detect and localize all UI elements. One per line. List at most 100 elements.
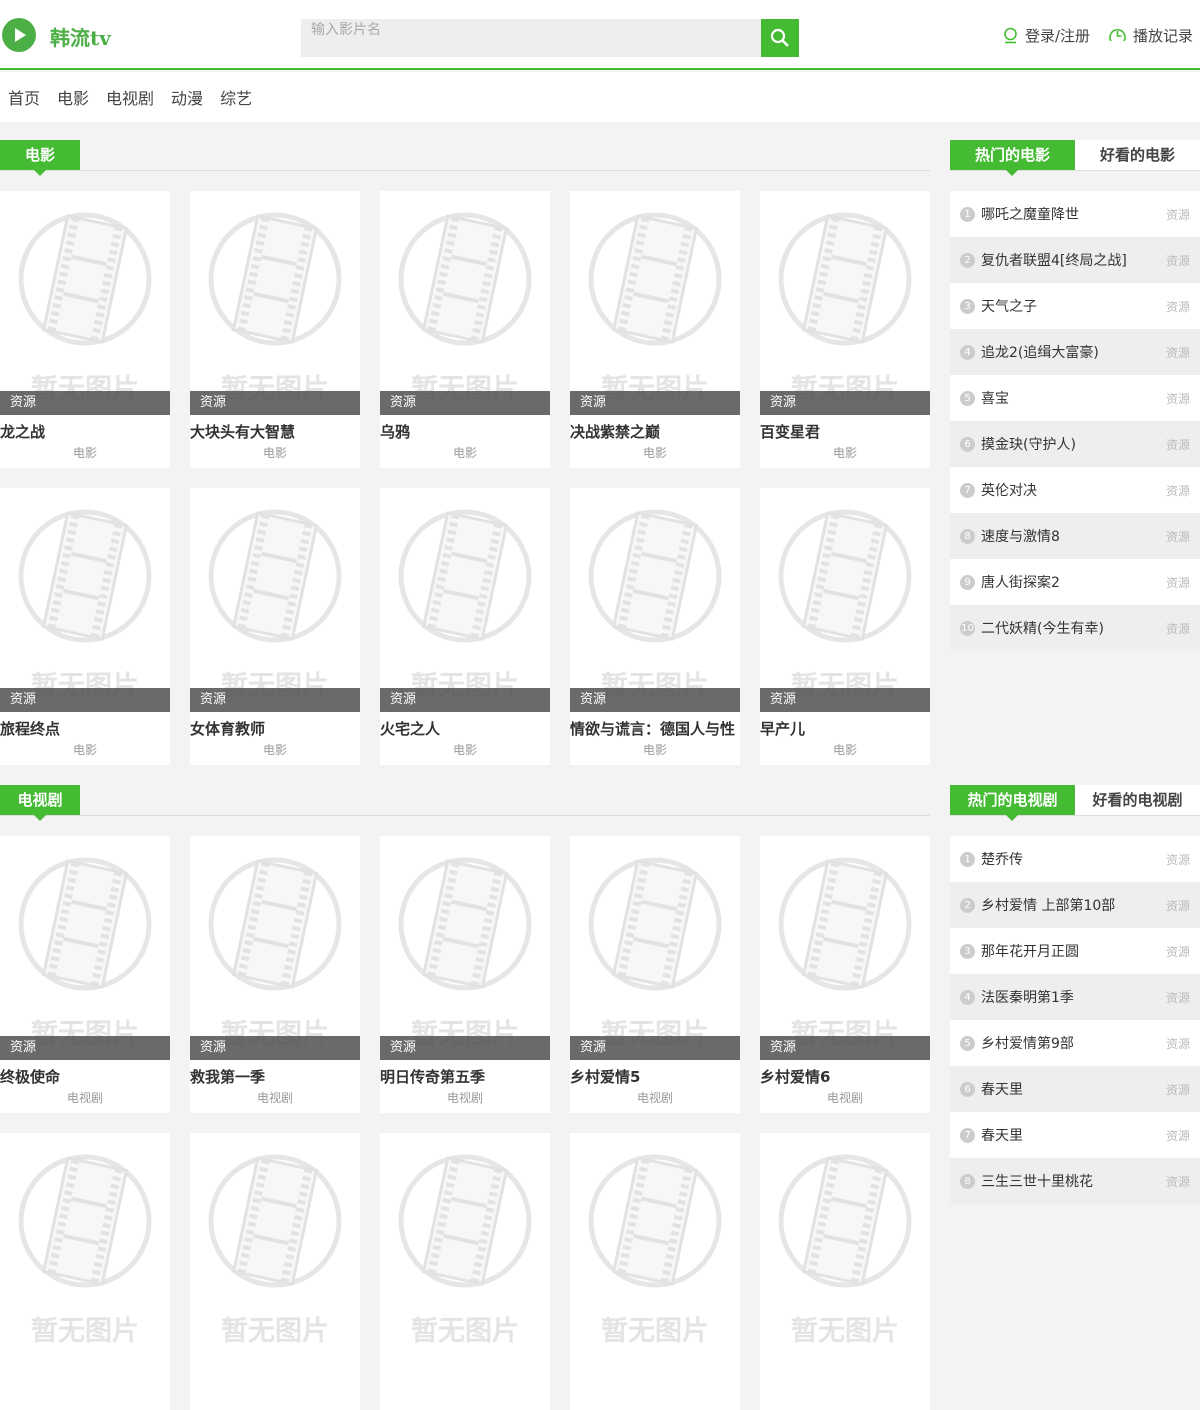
nav-variety[interactable]: 综艺 [220, 85, 252, 109]
ranking-item[interactable]: 7 英伦对决 资源 [950, 467, 1200, 513]
poster-placeholder[interactable]: 暂无图片 [0, 836, 170, 1060]
ranking-title[interactable]: 追龙2(追缉大富豪) [981, 342, 1166, 362]
poster-placeholder[interactable]: 暂无图片 [570, 1133, 740, 1357]
card-title[interactable]: 情欲与谎言：德国人与性 [570, 718, 735, 739]
poster-placeholder[interactable]: 暂无图片 [190, 1133, 360, 1357]
ranking-item[interactable]: 1 楚乔传 资源 [950, 836, 1200, 882]
ranking-title[interactable]: 英伦对决 [981, 480, 1166, 500]
poster-placeholder[interactable]: 暂无图片 [760, 191, 930, 415]
poster-placeholder[interactable]: 暂无图片 [760, 488, 930, 712]
tab-good[interactable]: 好看的电视剧 [1075, 785, 1200, 815]
media-card[interactable]: 暂无图片 资源 明日传奇第五季 电视剧 [380, 836, 550, 1113]
ranking-item[interactable]: 4 法医秦明第1季 资源 [950, 974, 1200, 1020]
ranking-item[interactable]: 3 那年花开月正圆 资源 [950, 928, 1200, 974]
card-title[interactable]: 终极使命 [0, 1066, 60, 1087]
tab-hot[interactable]: 热门的电影 [950, 140, 1075, 176]
ranking-item[interactable]: 10 二代妖精(今生有幸) 资源 [950, 605, 1200, 651]
ranking-item[interactable]: 7 春天里 资源 [950, 1112, 1200, 1158]
card-title[interactable]: 早产儿 [760, 718, 805, 739]
poster-placeholder[interactable]: 暂无图片 [570, 191, 740, 415]
poster-placeholder[interactable]: 暂无图片 [0, 488, 170, 712]
ranking-title[interactable]: 复仇者联盟4[终局之战] [981, 250, 1166, 270]
ranking-item[interactable]: 6 摸金玦(守护人) 资源 [950, 421, 1200, 467]
section-title[interactable]: 电视剧 [0, 785, 80, 821]
ranking-item[interactable]: 9 唐人街探案2 资源 [950, 559, 1200, 605]
card-title[interactable]: 乡村爱情6 [760, 1066, 830, 1087]
poster-placeholder[interactable]: 暂无图片 [760, 1133, 930, 1357]
card-title[interactable]: 明日传奇第五季 [380, 1066, 485, 1087]
ranking-title[interactable]: 那年花开月正圆 [981, 941, 1166, 961]
media-card[interactable]: 暂无图片 资源 火宅之人 电影 [380, 488, 550, 765]
media-card[interactable]: 暂无图片 [760, 1133, 930, 1410]
card-title[interactable]: 救我第一季 [190, 1066, 265, 1087]
media-card[interactable]: 暂无图片 资源 乌鸦 电影 [380, 191, 550, 468]
ranking-item[interactable]: 2 复仇者联盟4[终局之战] 资源 [950, 237, 1200, 283]
media-card[interactable]: 暂无图片 资源 乡村爱情6 电视剧 [760, 836, 930, 1113]
media-card[interactable]: 暂无图片 资源 乡村爱情5 电视剧 [570, 836, 740, 1113]
ranking-item[interactable]: 5 喜宝 资源 [950, 375, 1200, 421]
card-title[interactable]: 乌鸦 [380, 421, 410, 442]
card-title[interactable]: 大块头有大智慧 [190, 421, 295, 442]
ranking-title[interactable]: 速度与激情8 [981, 526, 1166, 546]
tab-good[interactable]: 好看的电影 [1075, 140, 1200, 170]
ranking-title[interactable]: 二代妖精(今生有幸) [981, 618, 1166, 638]
media-card[interactable]: 暂无图片 资源 早产儿 电影 [760, 488, 930, 765]
media-card[interactable]: 暂无图片 资源 情欲与谎言：德国人与性 电影 [570, 488, 740, 765]
ranking-title[interactable]: 三生三世十里桃花 [981, 1171, 1166, 1191]
poster-placeholder[interactable]: 暂无图片 [190, 836, 360, 1060]
ranking-title[interactable]: 喜宝 [981, 388, 1166, 408]
ranking-title[interactable]: 唐人街探案2 [981, 572, 1166, 592]
ranking-title[interactable]: 乡村爱情第9部 [981, 1033, 1166, 1053]
poster-placeholder[interactable]: 暂无图片 [0, 191, 170, 415]
logo[interactable]: 韩流tv [50, 22, 111, 51]
poster-placeholder[interactable]: 暂无图片 [570, 836, 740, 1060]
poster-placeholder[interactable]: 暂无图片 [570, 488, 740, 712]
login-link[interactable]: 登录/注册 [1002, 25, 1090, 46]
media-card[interactable]: 暂无图片 资源 终极使命 电视剧 [0, 836, 170, 1113]
media-card[interactable]: 暂无图片 资源 救我第一季 电视剧 [190, 836, 360, 1113]
media-card[interactable]: 暂无图片 资源 旅程终点 电影 [0, 488, 170, 765]
nav-home[interactable]: 首页 [8, 85, 40, 109]
nav-anime[interactable]: 动漫 [171, 85, 203, 109]
tab-hot[interactable]: 热门的电视剧 [950, 785, 1075, 821]
media-card[interactable]: 暂无图片 资源 百变星君 电影 [760, 191, 930, 468]
logo-play-icon[interactable] [2, 18, 36, 52]
ranking-title[interactable]: 春天里 [981, 1079, 1166, 1099]
poster-placeholder[interactable]: 暂无图片 [380, 1133, 550, 1357]
media-card[interactable]: 暂无图片 [380, 1133, 550, 1410]
ranking-title[interactable]: 春天里 [981, 1125, 1166, 1145]
ranking-title[interactable]: 哪吒之魔童降世 [981, 204, 1166, 224]
media-card[interactable]: 暂无图片 资源 大块头有大智慧 电影 [190, 191, 360, 468]
section-title[interactable]: 电影 [0, 140, 80, 176]
ranking-item[interactable]: 8 三生三世十里桃花 资源 [950, 1158, 1200, 1204]
card-title[interactable]: 旅程终点 [0, 718, 60, 739]
ranking-title[interactable]: 乡村爱情 上部第10部 [981, 895, 1166, 915]
media-card[interactable]: 暂无图片 [0, 1133, 170, 1410]
poster-placeholder[interactable]: 暂无图片 [760, 836, 930, 1060]
nav-tv[interactable]: 电视剧 [106, 85, 154, 109]
card-title[interactable]: 决战紫禁之巅 [570, 421, 660, 442]
ranking-title[interactable]: 摸金玦(守护人) [981, 434, 1166, 454]
ranking-item[interactable]: 5 乡村爱情第9部 资源 [950, 1020, 1200, 1066]
ranking-item[interactable]: 8 速度与激情8 资源 [950, 513, 1200, 559]
ranking-item[interactable]: 4 追龙2(追缉大富豪) 资源 [950, 329, 1200, 375]
card-title[interactable]: 乡村爱情5 [570, 1066, 640, 1087]
media-card[interactable]: 暂无图片 [190, 1133, 360, 1410]
card-title[interactable]: 百变星君 [760, 421, 820, 442]
card-title[interactable]: 火宅之人 [380, 718, 440, 739]
media-card[interactable]: 暂无图片 资源 女体育教师 电影 [190, 488, 360, 765]
media-card[interactable]: 暂无图片 资源 决战紫禁之巅 电影 [570, 191, 740, 468]
poster-placeholder[interactable]: 暂无图片 [190, 488, 360, 712]
poster-placeholder[interactable]: 暂无图片 [380, 836, 550, 1060]
poster-placeholder[interactable]: 暂无图片 [380, 191, 550, 415]
ranking-item[interactable]: 6 春天里 资源 [950, 1066, 1200, 1112]
ranking-title[interactable]: 法医秦明第1季 [981, 987, 1166, 1007]
media-card[interactable]: 暂无图片 资源 龙之战 电影 [0, 191, 170, 468]
history-link[interactable]: 播放记录 [1108, 25, 1193, 46]
ranking-item[interactable]: 1 哪吒之魔童降世 资源 [950, 191, 1200, 237]
card-title[interactable]: 龙之战 [0, 421, 45, 442]
nav-movies[interactable]: 电影 [57, 85, 89, 109]
media-card[interactable]: 暂无图片 [570, 1133, 740, 1410]
poster-placeholder[interactable]: 暂无图片 [190, 191, 360, 415]
ranking-item[interactable]: 2 乡村爱情 上部第10部 资源 [950, 882, 1200, 928]
